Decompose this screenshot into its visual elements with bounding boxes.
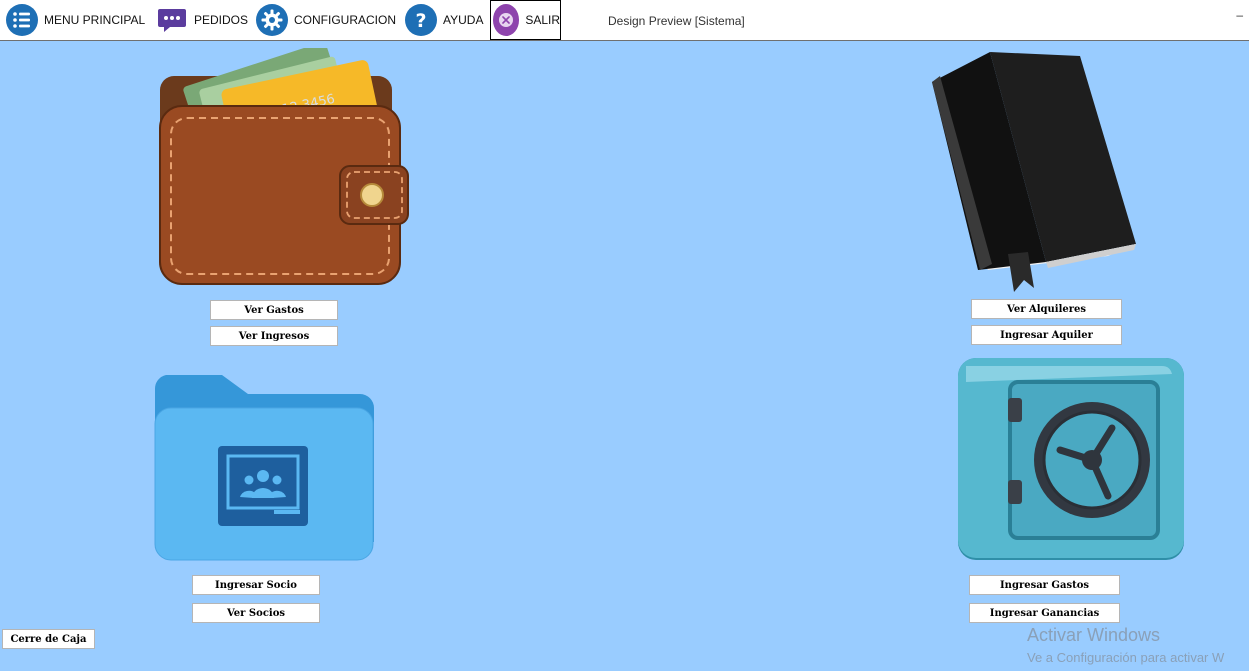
menu-principal-button[interactable]: MENU PRINCIPAL [6, 0, 145, 40]
configuracion-label: CONFIGURACION [294, 13, 396, 27]
pedidos-label: PEDIDOS [194, 13, 249, 27]
menu-principal-label: MENU PRINCIPAL [44, 13, 146, 27]
ayuda-label: AYUDA [443, 13, 484, 27]
chat-icon [156, 4, 188, 36]
salir-button[interactable]: SALIR [490, 0, 561, 40]
window-title: Design Preview [Sistema] [608, 14, 745, 28]
close-icon [493, 4, 520, 36]
ver-socios-button[interactable]: Ver Socios [192, 603, 320, 623]
gear-icon [256, 4, 288, 36]
list-icon [6, 4, 38, 36]
pedidos-button[interactable]: PEDIDOS [156, 0, 248, 40]
folder-icon[interactable] [152, 372, 377, 569]
ingresar-ganancias-button[interactable]: Ingresar Ganancias [969, 603, 1120, 623]
ingresar-alquiler-button[interactable]: Ingresar Aquiler [971, 325, 1122, 345]
menu-bar: MENU PRINCIPAL PEDIDOS CONFIGURACION ? A… [0, 0, 1249, 41]
minimize-button[interactable]: – [1236, 8, 1243, 22]
book-icon[interactable] [928, 44, 1143, 299]
salir-label: SALIR [525, 13, 560, 27]
svg-text:?: ? [415, 10, 426, 31]
ayuda-button[interactable]: ? AYUDA [405, 0, 483, 40]
activation-watermark-title: Activar Windows [1027, 625, 1161, 645]
cierre-de-caja-button[interactable]: Cerre de Caja [2, 629, 95, 649]
activation-watermark-subtitle: Ve a Configuración para activar W [1027, 650, 1225, 665]
help-icon: ? [405, 4, 437, 36]
ingresar-gastos-button[interactable]: Ingresar Gastos [969, 575, 1120, 595]
ver-alquileres-button[interactable]: Ver Alquileres [971, 299, 1122, 319]
ingresar-socio-button[interactable]: Ingresar Socio [192, 575, 320, 595]
ver-gastos-button[interactable]: Ver Gastos [210, 300, 338, 320]
configuracion-button[interactable]: CONFIGURACION [256, 0, 396, 40]
safe-icon[interactable] [952, 352, 1188, 571]
ver-ingresos-button[interactable]: Ver Ingresos [210, 326, 338, 346]
wallet-icon[interactable]: 012 3456 [155, 42, 410, 293]
